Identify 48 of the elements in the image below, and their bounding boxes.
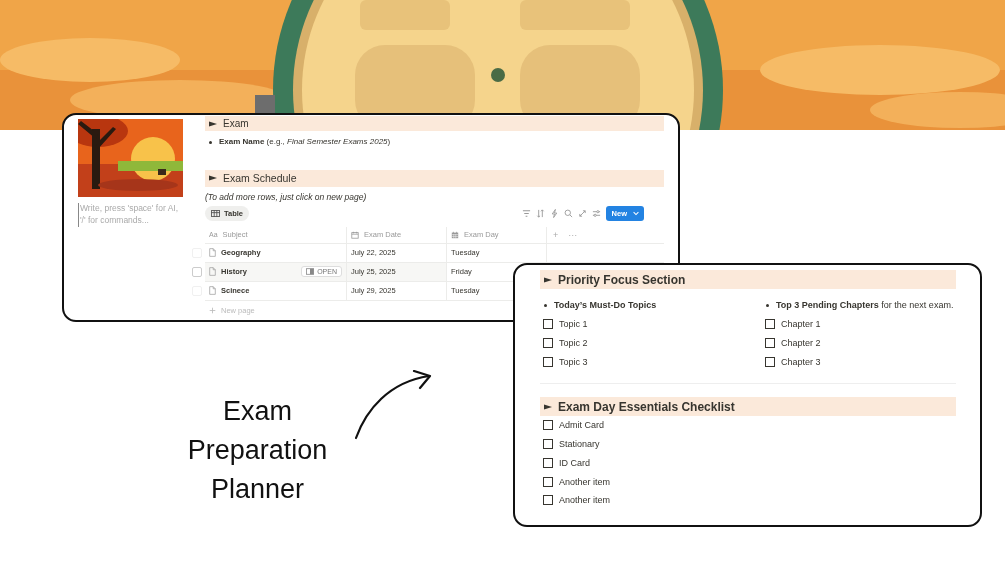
bullet-text: Today’s Must-Do Topics [540,299,762,313]
calendar-icon [351,230,359,239]
task-text: Topic 2 [559,338,588,349]
task-text: Chapter 1 [781,319,821,330]
more-button[interactable]: ··· [568,229,578,240]
calendar-grid-icon [451,230,459,239]
task-text: Chapter 2 [781,338,821,349]
task-text: Admit Card [559,420,604,431]
note-text: (To add more rows, just click on new page) [205,191,368,202]
checkbox[interactable] [543,439,553,450]
caption-text: Exam Preparation Planner [186,395,329,507]
checkbox[interactable] [543,319,553,330]
checkbox[interactable] [543,420,553,431]
task-text: Another item [559,476,611,487]
page-icon [209,286,216,296]
checkbox[interactable] [765,356,775,367]
section-heading[interactable]: Exam Day Essentials Checklist [540,397,956,417]
section-heading[interactable]: Priority Focus Section [540,270,956,289]
task-text: Topic 3 [559,356,588,367]
checkbox[interactable] [765,338,775,349]
checkbox[interactable] [543,338,553,349]
toggle-icon[interactable] [544,275,552,284]
task-text: Stationary [559,439,600,450]
toggle-icon[interactable] [209,174,217,183]
task-text: Chapter 3 [781,356,821,367]
task-text: ID Card [559,457,590,468]
checkbox[interactable] [765,319,775,330]
row-checkbox[interactable] [192,266,202,277]
checkbox[interactable] [543,457,553,468]
checkbox[interactable] [543,356,553,367]
task-text: Another item [559,495,611,506]
bullet-text: Exam Name (e.g., Final Semester Exams 2025) [205,136,664,148]
bullet-text: Top 3 Pending Chapters for the next exam. [762,299,956,313]
heading-text: Priority Focus Section [558,272,686,287]
page-icon [209,248,216,258]
filter-icon[interactable] [521,208,531,218]
toggle-icon[interactable] [544,402,552,411]
heading-text: Exam Schedule [223,172,297,185]
heading-text: Exam Day Essentials Checklist [558,399,735,414]
plus-icon [209,306,216,314]
side-peek-icon [306,268,315,276]
page-icon [209,267,216,277]
table-icon [211,209,220,217]
task-text: Topic 1 [559,319,588,330]
checkbox[interactable] [543,495,553,506]
section-heading[interactable]: Exam Schedule [205,169,664,187]
chevron-down-icon[interactable] [632,209,640,218]
checkbox[interactable] [543,476,553,487]
